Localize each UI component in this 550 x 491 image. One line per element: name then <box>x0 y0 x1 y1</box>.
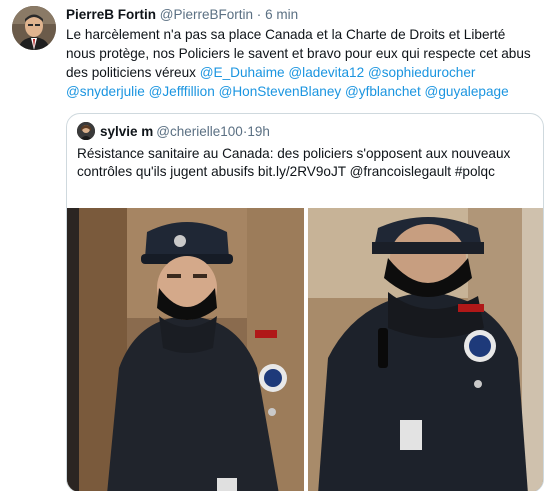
tweet-header: PierreB Fortin @PierreBFortin · 6 min <box>66 7 298 23</box>
quoted-tweet-timestamp: 19h <box>247 123 270 139</box>
mention-link[interactable]: @guyalepage <box>425 84 509 99</box>
quoted-tweet[interactable]: sylvie m @cherielle100 · 19h Résistance … <box>66 113 544 491</box>
author-name[interactable]: PierreB Fortin <box>66 7 156 22</box>
mention-link[interactable]: @E_Duhaime <box>200 65 285 80</box>
photo-police-officer-left[interactable] <box>67 208 304 491</box>
tweet[interactable]: PierreB Fortin @PierreBFortin · 6 min Le… <box>0 0 550 491</box>
quoted-author-handle: @cherielle100 <box>156 123 243 139</box>
mention-link[interactable]: @snyderjulie <box>66 84 145 99</box>
separator-dot: · <box>256 7 262 22</box>
tweet-text: Le harcèlement n'a pas sa place Canada e… <box>66 25 536 101</box>
quoted-author-avatar <box>77 122 95 140</box>
quoted-tweet-media <box>67 208 543 491</box>
mention-link[interactable]: @ladevita12 <box>288 65 364 80</box>
mention-link[interactable]: @Jefffillion <box>149 84 215 99</box>
mention-link[interactable]: @yfblanchet <box>345 84 421 99</box>
author-avatar[interactable] <box>12 6 56 50</box>
author-handle[interactable]: @PierreBFortin <box>160 7 253 22</box>
quoted-tweet-text: Résistance sanitaire au Canada: des poli… <box>77 146 511 179</box>
photo-police-officer-right[interactable] <box>308 208 543 491</box>
quoted-tweet-header: sylvie m @cherielle100 · 19h <box>77 122 270 140</box>
quoted-author-name: sylvie m <box>100 123 154 139</box>
mention-link[interactable]: @sophiedurocher <box>368 65 476 80</box>
mention-link[interactable]: @HonStevenBlaney <box>219 84 342 99</box>
tweet-timestamp[interactable]: 6 min <box>265 7 298 22</box>
